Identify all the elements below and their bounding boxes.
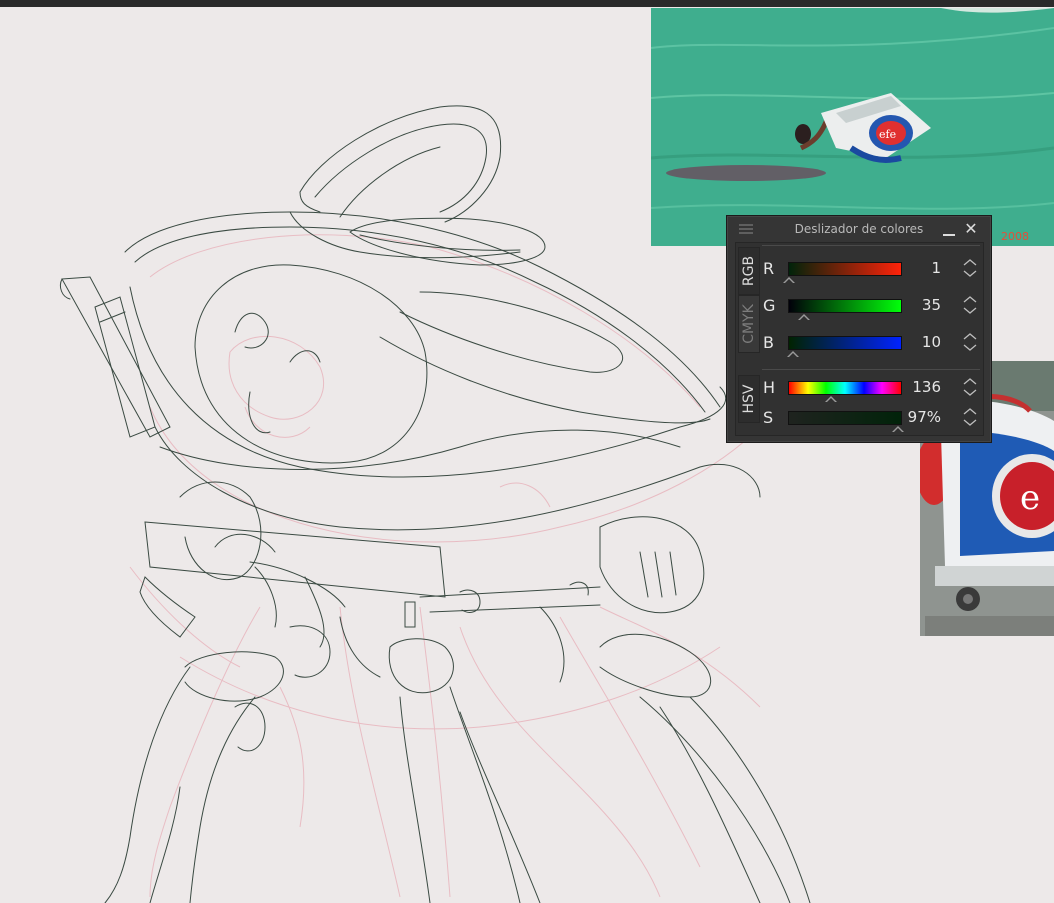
slider-track-r[interactable] [788, 262, 902, 276]
spinbox-arrows-b[interactable] [961, 331, 979, 353]
slider-label-r: R [763, 259, 775, 278]
slider-value-r[interactable]: 1 [901, 259, 941, 277]
reference-photo-1: efe 2008 [651, 8, 1054, 246]
spinbox-arrows-r[interactable] [961, 257, 979, 279]
slider-label-g: G [763, 296, 776, 315]
minimize-button[interactable] [943, 224, 955, 236]
docker-content: RGB CMYK HSV R 1 G 35 B 10 H 136 S 97% [735, 242, 984, 436]
drawing-canvas[interactable]: efe 2008 e Deslizador de colores ✕ RGB C… [0, 7, 1054, 903]
photo-date-stamp: 2008 [1001, 230, 1029, 243]
tab-hsv[interactable]: HSV [738, 375, 760, 423]
tab-rgb-label: RGB [741, 255, 757, 287]
slider-row-g: G 35 [761, 294, 981, 320]
slider-row-s: S 97% [761, 406, 981, 432]
slider-value-h[interactable]: 136 [901, 378, 941, 396]
slider-handle-s[interactable] [891, 426, 904, 432]
top-toolbar-strip [0, 0, 1054, 7]
slider-label-h: H [763, 378, 776, 397]
slider-track-g[interactable] [788, 299, 902, 313]
spinbox-arrows-h[interactable] [961, 376, 979, 398]
slider-handle-r[interactable] [783, 277, 796, 283]
tab-cmyk[interactable]: CMYK [738, 295, 760, 353]
slider-track-s[interactable] [788, 411, 902, 425]
slider-value-s[interactable]: 97% [901, 408, 941, 426]
slider-row-r: R1 [761, 257, 981, 283]
tab-hsv-label: HSV [741, 384, 757, 414]
close-icon: ✕ [964, 219, 978, 238]
docker-titlebar[interactable]: Deslizador de colores ✕ [727, 216, 991, 242]
tab-rgb[interactable]: RGB [738, 247, 760, 295]
spinbox-arrows-g[interactable] [961, 294, 979, 316]
section-divider [762, 369, 980, 370]
docker-title: Deslizador de colores [794, 222, 924, 236]
close-button[interactable]: ✕ [963, 221, 979, 237]
slider-row-h: H 136 [761, 376, 981, 402]
tab-cmyk-label: CMYK [741, 304, 757, 344]
slider-value-b[interactable]: 10 [901, 333, 941, 351]
slider-track-b[interactable] [788, 336, 902, 350]
slider-handle-g[interactable] [798, 314, 811, 320]
slider-value-g[interactable]: 35 [901, 296, 941, 314]
slider-handle-b[interactable] [787, 351, 800, 357]
spinbox-arrows-s[interactable] [961, 406, 979, 428]
efe-logo-text-2: e [1020, 478, 1040, 518]
slider-handle-h[interactable] [825, 396, 838, 402]
slider-track-h[interactable] [788, 381, 902, 395]
color-slider-docker[interactable]: Deslizador de colores ✕ RGB CMYK HSV R1G… [726, 215, 992, 443]
efe-logo-text: efe [879, 128, 896, 141]
reference-image-swimmer[interactable]: efe 2008 [651, 8, 1054, 246]
slider-label-s: S [763, 408, 774, 427]
hamburger-icon[interactable] [739, 224, 753, 234]
slider-row-b: B 10 [761, 331, 981, 357]
section-divider [762, 245, 980, 246]
slider-label-b: B [763, 333, 774, 352]
